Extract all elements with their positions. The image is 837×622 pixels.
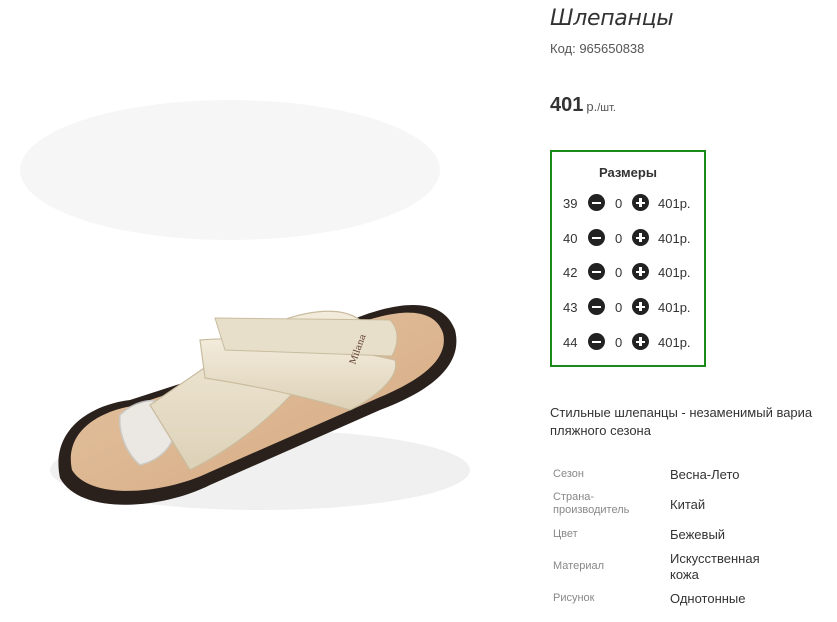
size-label: 39 [563, 196, 578, 211]
minus-circle-icon[interactable] [588, 333, 605, 350]
size-price: 401р. [658, 300, 691, 315]
property-key: Страна-производитель [553, 491, 630, 516]
price-currency: р. [586, 99, 598, 114]
size-row: 39 0 401р. [552, 194, 704, 214]
size-qty: 0 [615, 265, 623, 280]
sizes-panel: Размеры 39 0 401р. 40 0 401р. 42 0 401р.… [550, 150, 706, 367]
plus-circle-icon[interactable] [632, 333, 649, 350]
property-value: Однотонные [670, 591, 746, 606]
price-value: 401 [550, 94, 584, 116]
minus-circle-icon[interactable] [588, 194, 605, 211]
description-line: Стильные шлепанцы - незаменимый вариа [550, 405, 813, 420]
size-qty: 0 [615, 196, 623, 211]
product-image[interactable]: Milana [0, 0, 540, 622]
property-value: Бежевый [670, 527, 726, 542]
size-qty: 0 [615, 231, 623, 246]
price-per-unit: /шт. [597, 102, 616, 114]
property-key: Рисунок [553, 592, 595, 604]
size-label: 40 [563, 231, 578, 246]
product-code: Код: 965650838 [550, 41, 645, 56]
description-line: пляжного сезона [550, 423, 651, 438]
property-value: Искусственная кожа [670, 551, 760, 582]
property-key: Материал [553, 560, 604, 572]
plus-circle-icon[interactable] [632, 298, 649, 315]
plus-circle-icon[interactable] [632, 263, 649, 280]
price-unit: р./шт. [586, 99, 616, 114]
property-value: Весна-Лето [670, 467, 740, 482]
size-label: 44 [563, 335, 578, 350]
product-title: Шлепанцы [550, 6, 674, 31]
size-price: 401р. [658, 265, 691, 280]
property-key: Сезон [553, 468, 584, 480]
size-price: 401р. [658, 231, 691, 246]
size-price: 401р. [658, 196, 691, 211]
property-value: Китай [670, 497, 706, 512]
size-row: 42 0 401р. [552, 263, 704, 283]
size-price: 401р. [658, 335, 691, 350]
minus-circle-icon[interactable] [588, 263, 605, 280]
product-description: Стильные шлепанцы - незаменимый вариа пл… [550, 404, 837, 440]
minus-circle-icon[interactable] [588, 298, 605, 315]
size-label: 42 [563, 265, 578, 280]
plus-circle-icon[interactable] [632, 229, 649, 246]
sandal-illustration: Milana [20, 100, 470, 510]
size-qty: 0 [615, 335, 623, 350]
size-label: 43 [563, 300, 578, 315]
size-row: 43 0 401р. [552, 298, 704, 318]
size-row: 40 0 401р. [552, 229, 704, 249]
size-qty: 0 [615, 300, 623, 315]
property-key: Цвет [553, 528, 578, 540]
product-price: 401 р./шт. [550, 94, 616, 117]
plus-circle-icon[interactable] [632, 194, 649, 211]
sizes-title: Размеры [599, 165, 657, 180]
size-row: 44 0 401р. [552, 333, 704, 353]
minus-circle-icon[interactable] [588, 229, 605, 246]
